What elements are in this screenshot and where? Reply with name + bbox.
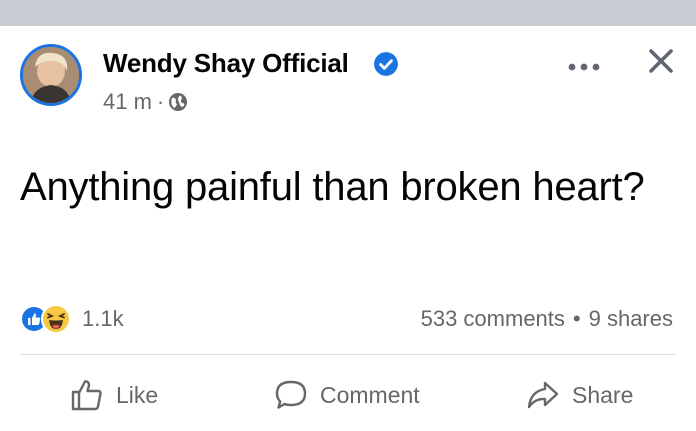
reaction-icons xyxy=(20,304,80,334)
more-icon[interactable] xyxy=(566,60,602,74)
shares-count[interactable]: 9 shares xyxy=(589,306,673,332)
reaction-count: 1.1k xyxy=(82,306,124,331)
meta-separator: · xyxy=(156,89,165,114)
engagement-stats: 533 comments • 9 shares xyxy=(421,306,673,332)
share-button[interactable]: Share xyxy=(526,371,633,419)
comments-count[interactable]: 533 comments xyxy=(421,306,565,332)
comment-icon xyxy=(275,380,307,409)
comment-button[interactable]: Comment xyxy=(274,371,420,419)
post-meta: 41 m · xyxy=(103,89,188,115)
comment-label: Comment xyxy=(320,381,420,408)
globe-icon[interactable] xyxy=(168,92,188,112)
like-button[interactable]: Like xyxy=(70,371,158,419)
reactions-summary[interactable]: 1.1k xyxy=(20,304,124,334)
close-icon[interactable] xyxy=(646,46,676,76)
top-strip xyxy=(0,0,696,26)
post-text: Anything painful than broken heart? xyxy=(20,165,645,209)
author-name[interactable]: Wendy Shay Official xyxy=(103,48,349,79)
post-actions: Like Comment Share xyxy=(0,371,696,419)
like-label: Like xyxy=(116,381,159,408)
like-icon xyxy=(71,380,102,411)
share-label: Share xyxy=(572,381,634,408)
actions-divider xyxy=(20,354,676,355)
stats-separator: • xyxy=(572,306,581,331)
share-icon xyxy=(527,381,559,409)
author-avatar[interactable] xyxy=(20,44,82,106)
post-card: Wendy Shay Official 41 m · Anything pain… xyxy=(0,26,696,431)
haha-reaction-icon xyxy=(41,304,71,334)
verified-badge-icon xyxy=(374,52,398,76)
post-time[interactable]: 41 m xyxy=(103,89,152,115)
